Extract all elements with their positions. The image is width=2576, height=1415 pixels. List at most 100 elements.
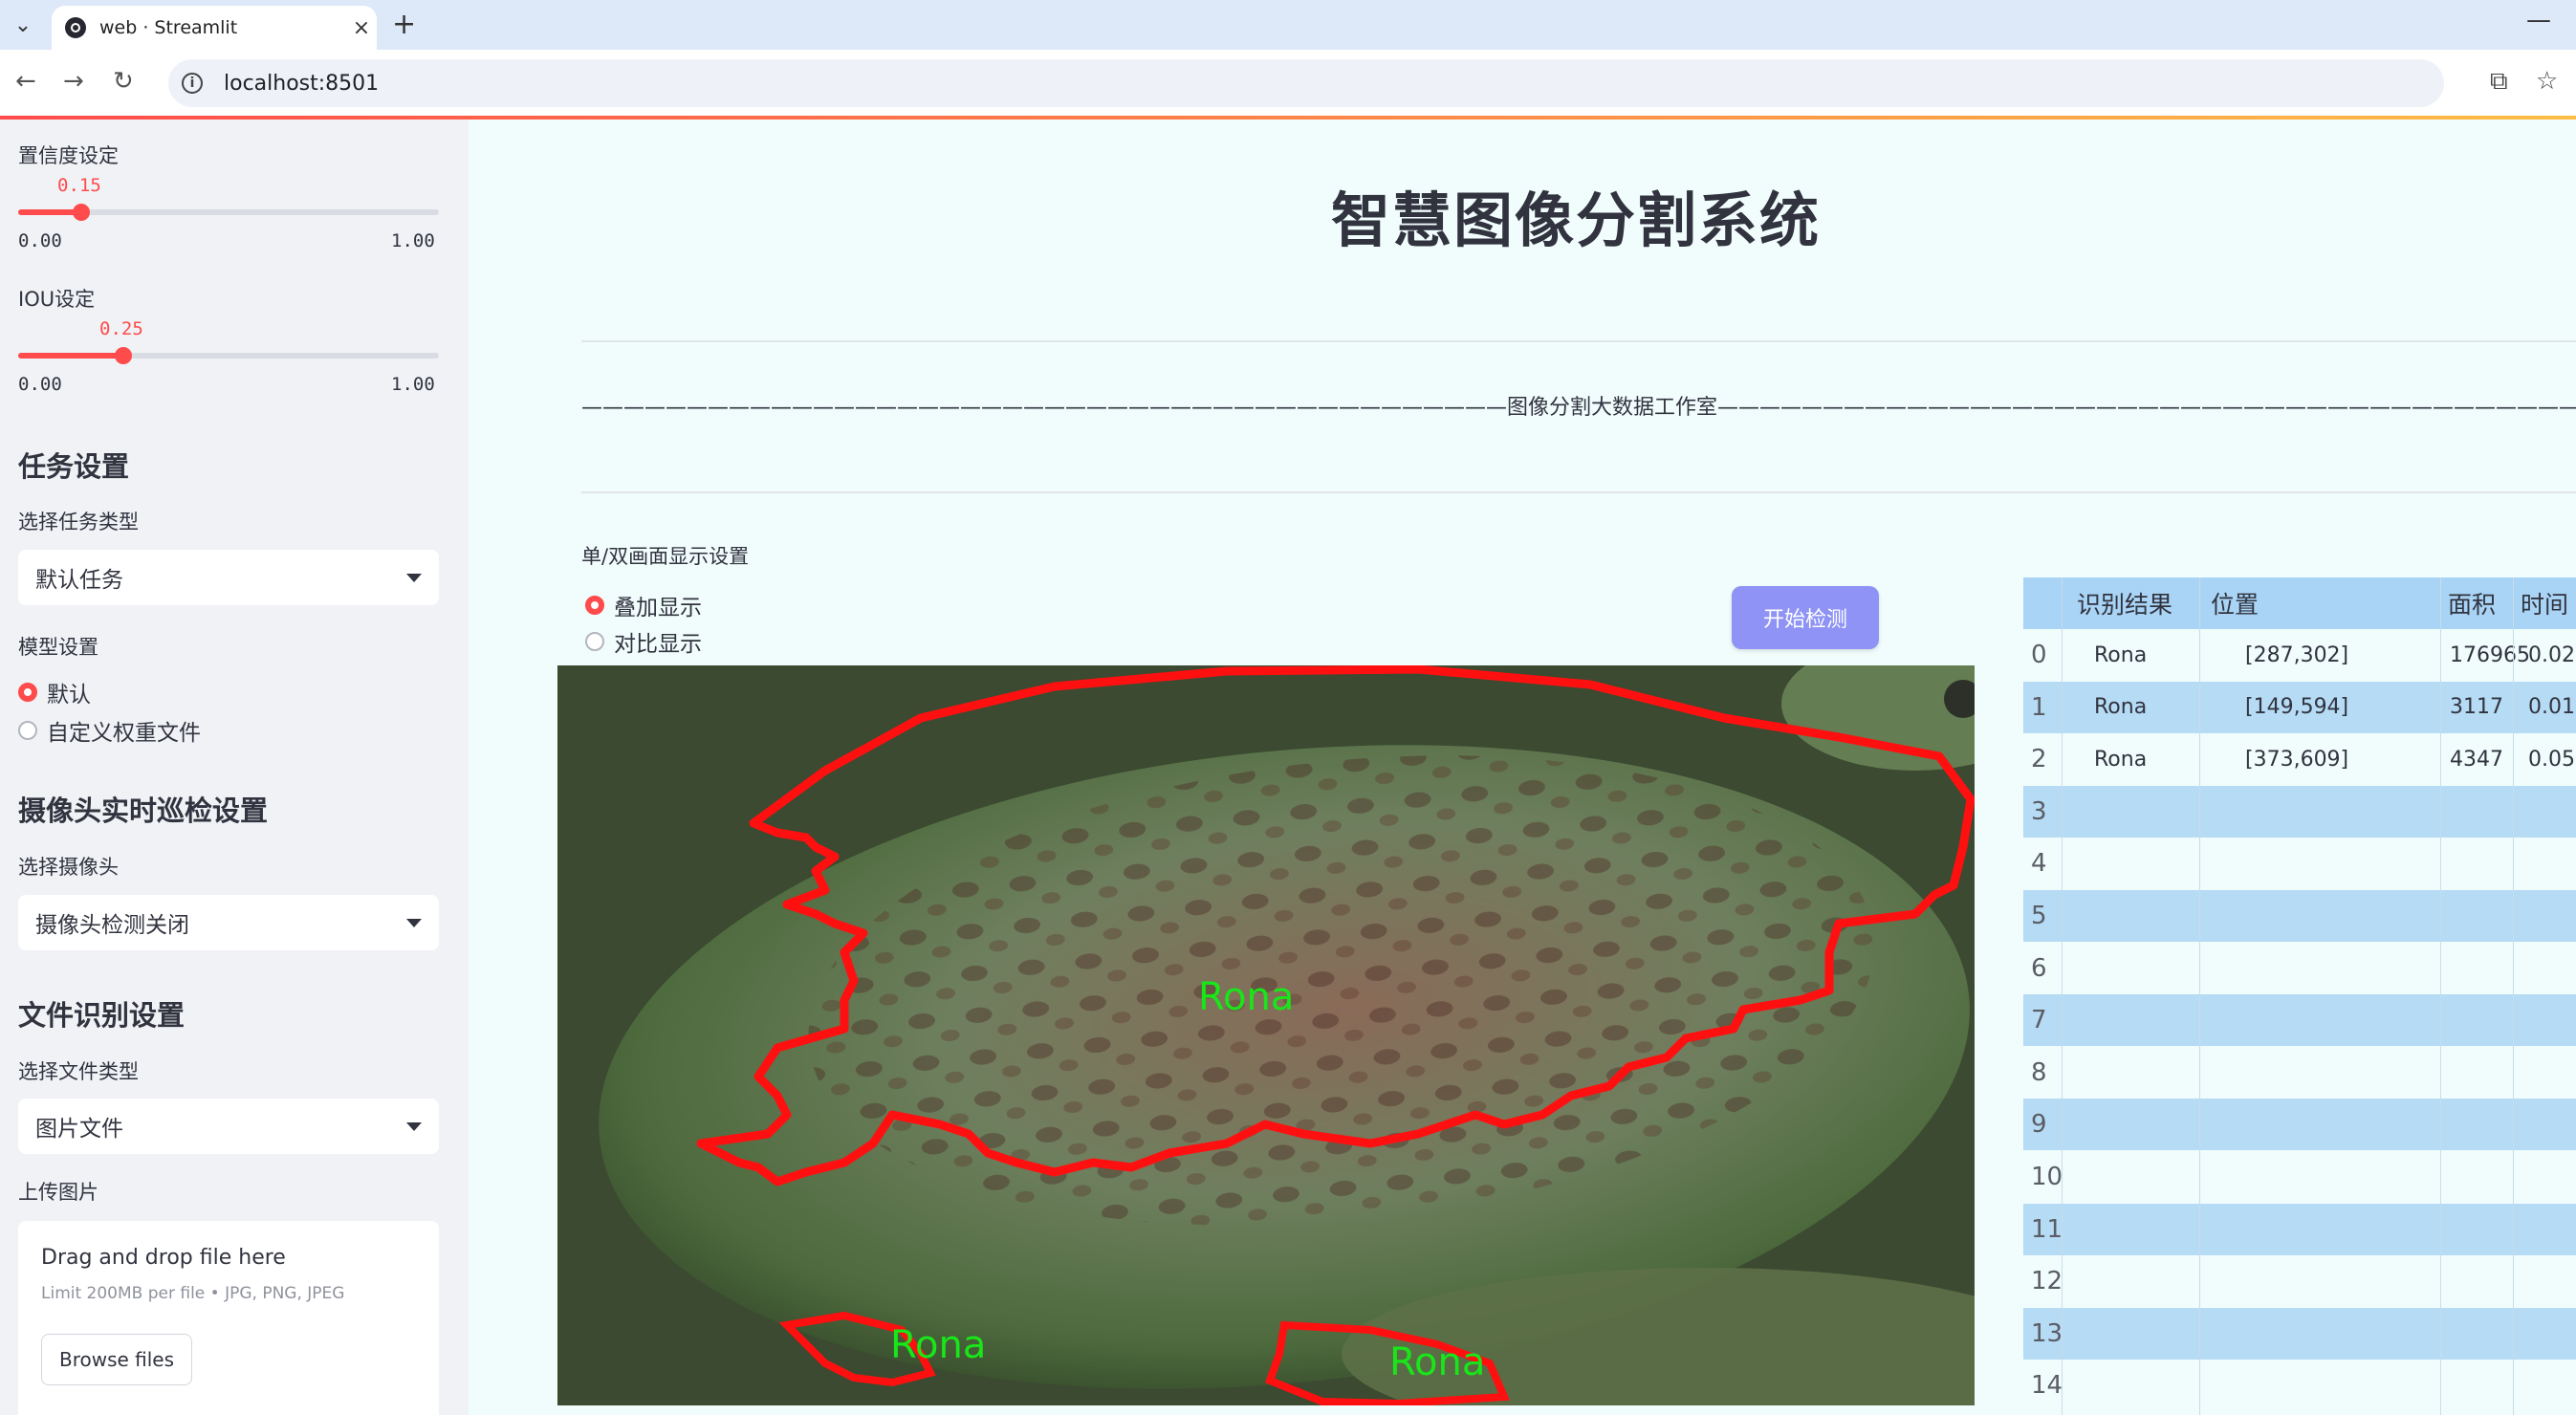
file-heading: 文件识别设置 [18,999,186,1032]
model-option-label: 默认 [47,683,91,708]
column-header-result[interactable]: 识别结果 [2077,577,2172,629]
result-cell: Rona [2094,695,2148,720]
row-index-cell: 0 [2031,641,2047,669]
bookmark-star-icon[interactable]: ☆ [2536,67,2558,96]
back-arrow-icon[interactable]: ← [15,67,36,96]
column-divider [2513,577,2514,1415]
table-row[interactable]: 9 [2023,1099,2576,1151]
row-index-cell: 1 [2031,692,2047,722]
streamlit-favicon-icon [65,17,86,38]
area-cell: 3117 [2450,695,2503,720]
area-cell: 176965 [2450,642,2530,667]
camera-select-value: 摄像头检测关闭 [35,913,189,938]
time-cell: 0.01 [2528,695,2575,720]
camera-heading: 摄像头实时巡检设置 [18,795,269,827]
forward-arrow-icon[interactable]: → [63,67,84,96]
iou-max: 1.00 [391,374,435,395]
tab-title: web · Streamlit [99,17,238,38]
task-select[interactable]: 默认任务 [18,550,439,605]
table-row[interactable]: 10 [2023,1151,2576,1203]
start-detection-button[interactable]: 开始检测 [1732,586,1879,649]
model-option-custom[interactable]: 自定义权重文件 [18,714,201,747]
column-header-area[interactable]: 面积 [2448,577,2496,629]
upload-label: 上传图片 [18,1181,98,1204]
results-table: 识别结果 位置 面积 时间 0 Rona [287,302] 176965 0.02 1 R… [2023,577,2576,1415]
display-mode-compare[interactable]: 对比显示 [585,625,702,658]
table-row[interactable]: 13 [2023,1307,2576,1360]
row-index-cell: 3 [2031,796,2047,826]
column-header-position[interactable]: 位置 [2211,577,2259,629]
mask-label: Rona [890,1323,986,1367]
row-index-cell: 4 [2031,849,2047,879]
display-mode-overlay[interactable]: 叠加显示 [585,589,702,621]
area-cell: 4347 [2450,747,2503,772]
row-index-cell: 14 [2031,1371,2063,1401]
column-divider [2440,577,2441,1415]
reload-icon[interactable]: ↻ [113,67,134,96]
segmentation-result-image: Rona Rona Rona [557,665,1975,1405]
camera-select[interactable]: 摄像头检测关闭 [18,895,439,950]
confidence-min: 0.00 [18,230,62,251]
column-header-time[interactable]: 时间 [2521,577,2568,629]
table-row[interactable]: 7 [2023,994,2576,1047]
table-row[interactable]: 2 Rona [373,609] 4347 0.05 [2023,733,2576,785]
table-row[interactable]: 8 [2023,1047,2576,1099]
model-option-default[interactable]: 默认 [18,676,91,708]
task-heading: 任务设置 [18,450,130,483]
table-row[interactable]: 0 Rona [287,302] 176965 0.02 [2023,629,2576,681]
table-row[interactable]: 4 [2023,838,2576,889]
table-row[interactable]: 5 [2023,890,2576,942]
confidence-max: 1.00 [391,230,435,251]
radio-checked-icon [18,683,37,702]
table-row[interactable]: 1 Rona [149,594] 3117 0.01 [2023,681,2576,733]
task-select-value: 默认任务 [35,568,123,593]
translate-icon[interactable]: ⧉ [2490,67,2508,97]
divider [581,340,2576,342]
iou-value: 0.25 [99,318,143,339]
model-option-label: 自定义权重文件 [47,721,201,746]
table-row[interactable]: 3 [2023,785,2576,838]
row-index-cell: 5 [2031,902,2047,930]
mask-label: Rona [1198,975,1294,1019]
iou-slider-fill [18,353,123,359]
chevron-down-icon [406,573,422,582]
model-label: 模型设置 [18,636,98,659]
radio-checked-icon [585,596,604,615]
row-index-cell: 6 [2031,953,2047,983]
display-mode-option: 对比显示 [614,632,702,657]
file-dropzone[interactable]: Drag and drop file here Limit 200MB per … [18,1221,439,1415]
camera-select-label: 选择摄像头 [18,856,119,879]
minimize-window-icon[interactable]: — [2526,6,2551,34]
table-row[interactable]: 11 [2023,1203,2576,1255]
file-select-label: 选择文件类型 [18,1060,139,1083]
row-index-cell: 9 [2031,1110,2047,1140]
close-tab-icon[interactable]: × [346,16,377,40]
new-tab-icon[interactable]: + [392,8,416,41]
site-info-icon[interactable]: i [182,73,203,94]
chevron-down-icon [406,1121,422,1131]
confidence-slider-thumb[interactable] [73,204,90,221]
file-type-value: 图片文件 [35,1117,123,1142]
row-index-cell: 8 [2031,1057,2047,1087]
url-text: localhost:8501 [224,71,380,96]
tab-search-chevron-icon[interactable]: ⌄ [6,8,40,42]
iou-slider[interactable] [18,347,439,364]
url-field[interactable]: i localhost:8501 [168,59,2444,107]
address-bar-area: ← → ↻ i localhost:8501 ⧉ ☆ [0,50,2576,117]
table-row[interactable]: 12 [2023,1255,2576,1307]
file-type-select[interactable]: 图片文件 [18,1099,439,1154]
row-index-cell: 12 [2031,1267,2063,1296]
browser-tab[interactable]: web · Streamlit × [52,6,377,50]
result-cell: Rona [2094,747,2148,772]
iou-slider-thumb[interactable] [115,347,132,364]
position-cell: [287,302] [2245,642,2349,667]
table-row[interactable]: 14 [2023,1360,2576,1411]
radio-unchecked-icon [18,721,37,740]
table-header: 识别结果 位置 面积 时间 [2023,577,2576,629]
browse-files-button[interactable]: Browse files [41,1334,192,1385]
confidence-label: 置信度设定 [18,144,119,167]
page-title: 智慧图像分割系统 [1331,185,1822,255]
confidence-value: 0.15 [57,175,101,196]
table-row[interactable]: 6 [2023,943,2576,994]
confidence-slider[interactable] [18,204,439,221]
